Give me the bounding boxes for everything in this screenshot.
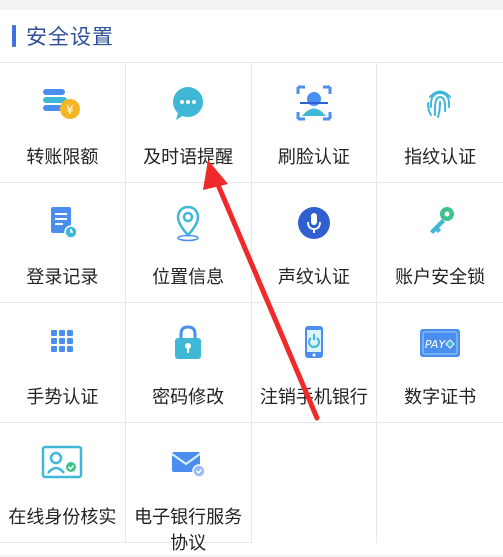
mail-agreement-icon [166,443,210,483]
grid-item-label: 密码修改 [152,387,225,408]
id-verify-icon [40,443,84,483]
settings-grid: ¥ 转账限额 及时语提醒 刷脸认证 指纹认证 登录记录 位置信息 声纹认证 账户… [0,62,503,554]
grid-item-label: 指纹认证 [404,147,477,168]
grid-item-transfer-limit[interactable]: ¥ 转账限额 [0,63,126,183]
grid-item-ebank-service-agreement[interactable]: 电子银行服务协议 [125,423,252,554]
coin-stack-icon: ¥ [40,83,84,123]
security-settings-section: 安全设置 ¥ 转账限额 及时语提醒 刷脸认证 指纹认证 登录记录 位置信息 声纹… [0,10,503,555]
grid-item-label: 数字证书 [404,387,477,408]
grid-item-label: 位置信息 [152,267,225,288]
section-title: 安全设置 [26,25,114,49]
chat-bubble-icon [166,83,210,123]
document-icon [40,203,84,243]
svg-text:¥: ¥ [67,103,75,117]
microphone-icon [292,203,336,243]
grid-empty-cell [251,423,378,543]
section-header: 安全设置 [0,10,503,62]
grid-empty-cell [377,423,503,543]
grid-item-account-lock[interactable]: 账户安全锁 [377,183,503,303]
grid-item-timely-reminder[interactable]: 及时语提醒 [125,63,252,183]
grid-item-location-info[interactable]: 位置信息 [125,183,252,303]
grid-item-label: 及时语提醒 [143,147,234,168]
keypad-grid-icon [40,323,84,363]
location-pin-icon [166,203,210,243]
grid-item-digital-certificate[interactable]: PAY 数字证书 [377,303,503,423]
grid-item-gesture-auth[interactable]: 手势认证 [0,303,126,423]
grid-item-label: 账户安全锁 [395,267,486,288]
grid-item-voiceprint-auth[interactable]: 声纹认证 [251,183,378,303]
fingerprint-icon [418,83,462,123]
grid-item-deregister-mobile-bank[interactable]: 注销手机银行 [251,303,378,423]
header-accent-bar [12,25,16,47]
pay-card-icon: PAY [418,323,462,363]
grid-item-face-auth[interactable]: 刷脸认证 [251,63,378,183]
grid-item-password-change[interactable]: 密码修改 [125,303,252,423]
grid-item-label: 手势认证 [26,387,99,408]
svg-text:PAY: PAY [425,338,447,351]
grid-item-online-identity-verify[interactable]: 在线身份核实 [0,423,126,543]
grid-item-label: 刷脸认证 [277,147,350,168]
phone-power-icon [292,323,336,363]
padlock-icon [166,323,210,363]
grid-item-fingerprint-auth[interactable]: 指纹认证 [377,63,503,183]
key-icon [418,203,462,243]
face-scan-icon [292,83,336,123]
grid-item-label: 登录记录 [26,267,99,288]
grid-item-login-record[interactable]: 登录记录 [0,183,126,303]
grid-item-label: 声纹认证 [277,267,350,288]
grid-item-label: 注销手机银行 [259,387,368,408]
grid-item-label: 电子银行服务协议 [134,507,243,554]
grid-item-label: 在线身份核实 [8,507,117,528]
grid-item-label: 转账限额 [26,147,99,168]
